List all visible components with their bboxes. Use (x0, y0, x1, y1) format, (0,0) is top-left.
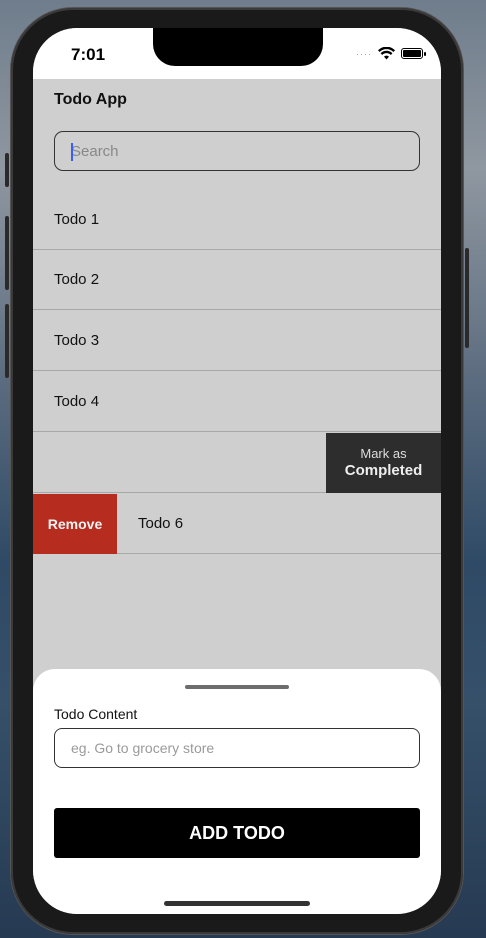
todo-label: Todo 1 (54, 211, 100, 228)
todo-content-label: Todo Content (54, 706, 138, 722)
todo-item[interactable]: Todo 4 (33, 372, 441, 432)
todo-label: Todo 4 (54, 393, 100, 410)
phone-screen: 7:01 ···· Todo App Search Todo 1 Todo 2 … (33, 28, 441, 914)
todo-content-placeholder: eg. Go to grocery store (71, 740, 215, 756)
todo-item[interactable]: Todo 1 (33, 190, 441, 250)
phone-side-button (5, 304, 9, 378)
phone-side-button (5, 216, 9, 290)
mark-completed-button[interactable]: Mark as Completed (326, 433, 441, 493)
todo-item-swiped-right[interactable]: Remove Todo 6 (33, 494, 441, 554)
todo-item[interactable]: Todo 2 (33, 250, 441, 310)
text-cursor (71, 143, 73, 161)
phone-side-button (5, 153, 9, 187)
search-input[interactable]: Search (54, 131, 420, 171)
status-icons: ···· (356, 47, 426, 60)
todo-item-swiped-left[interactable]: Mark as Completed (33, 433, 441, 493)
todo-label: Todo 2 (54, 271, 100, 288)
home-indicator (164, 901, 310, 906)
app-title: Todo App (54, 91, 127, 108)
search-placeholder: Search (71, 142, 119, 160)
sheet-drag-handle[interactable] (185, 685, 289, 689)
add-todo-button[interactable]: ADD TODO (54, 808, 420, 858)
wifi-icon (378, 47, 395, 60)
todo-content-input[interactable]: eg. Go to grocery store (54, 728, 420, 768)
mark-completed-bottom-text: Completed (344, 461, 423, 479)
phone-side-button (465, 248, 469, 348)
todo-label: Todo 3 (54, 332, 100, 349)
battery-icon (401, 48, 426, 59)
bottom-sheet: Todo Content eg. Go to grocery store ADD… (33, 669, 441, 914)
status-time: 7:01 (71, 45, 106, 64)
remove-button[interactable]: Remove (33, 494, 117, 554)
mark-completed-top-text: Mark as (360, 446, 407, 462)
notch (153, 28, 323, 66)
todo-item[interactable]: Todo 3 (33, 311, 441, 371)
status-bar: 7:01 ···· (33, 28, 441, 79)
signal-icon: ···· (356, 48, 372, 59)
